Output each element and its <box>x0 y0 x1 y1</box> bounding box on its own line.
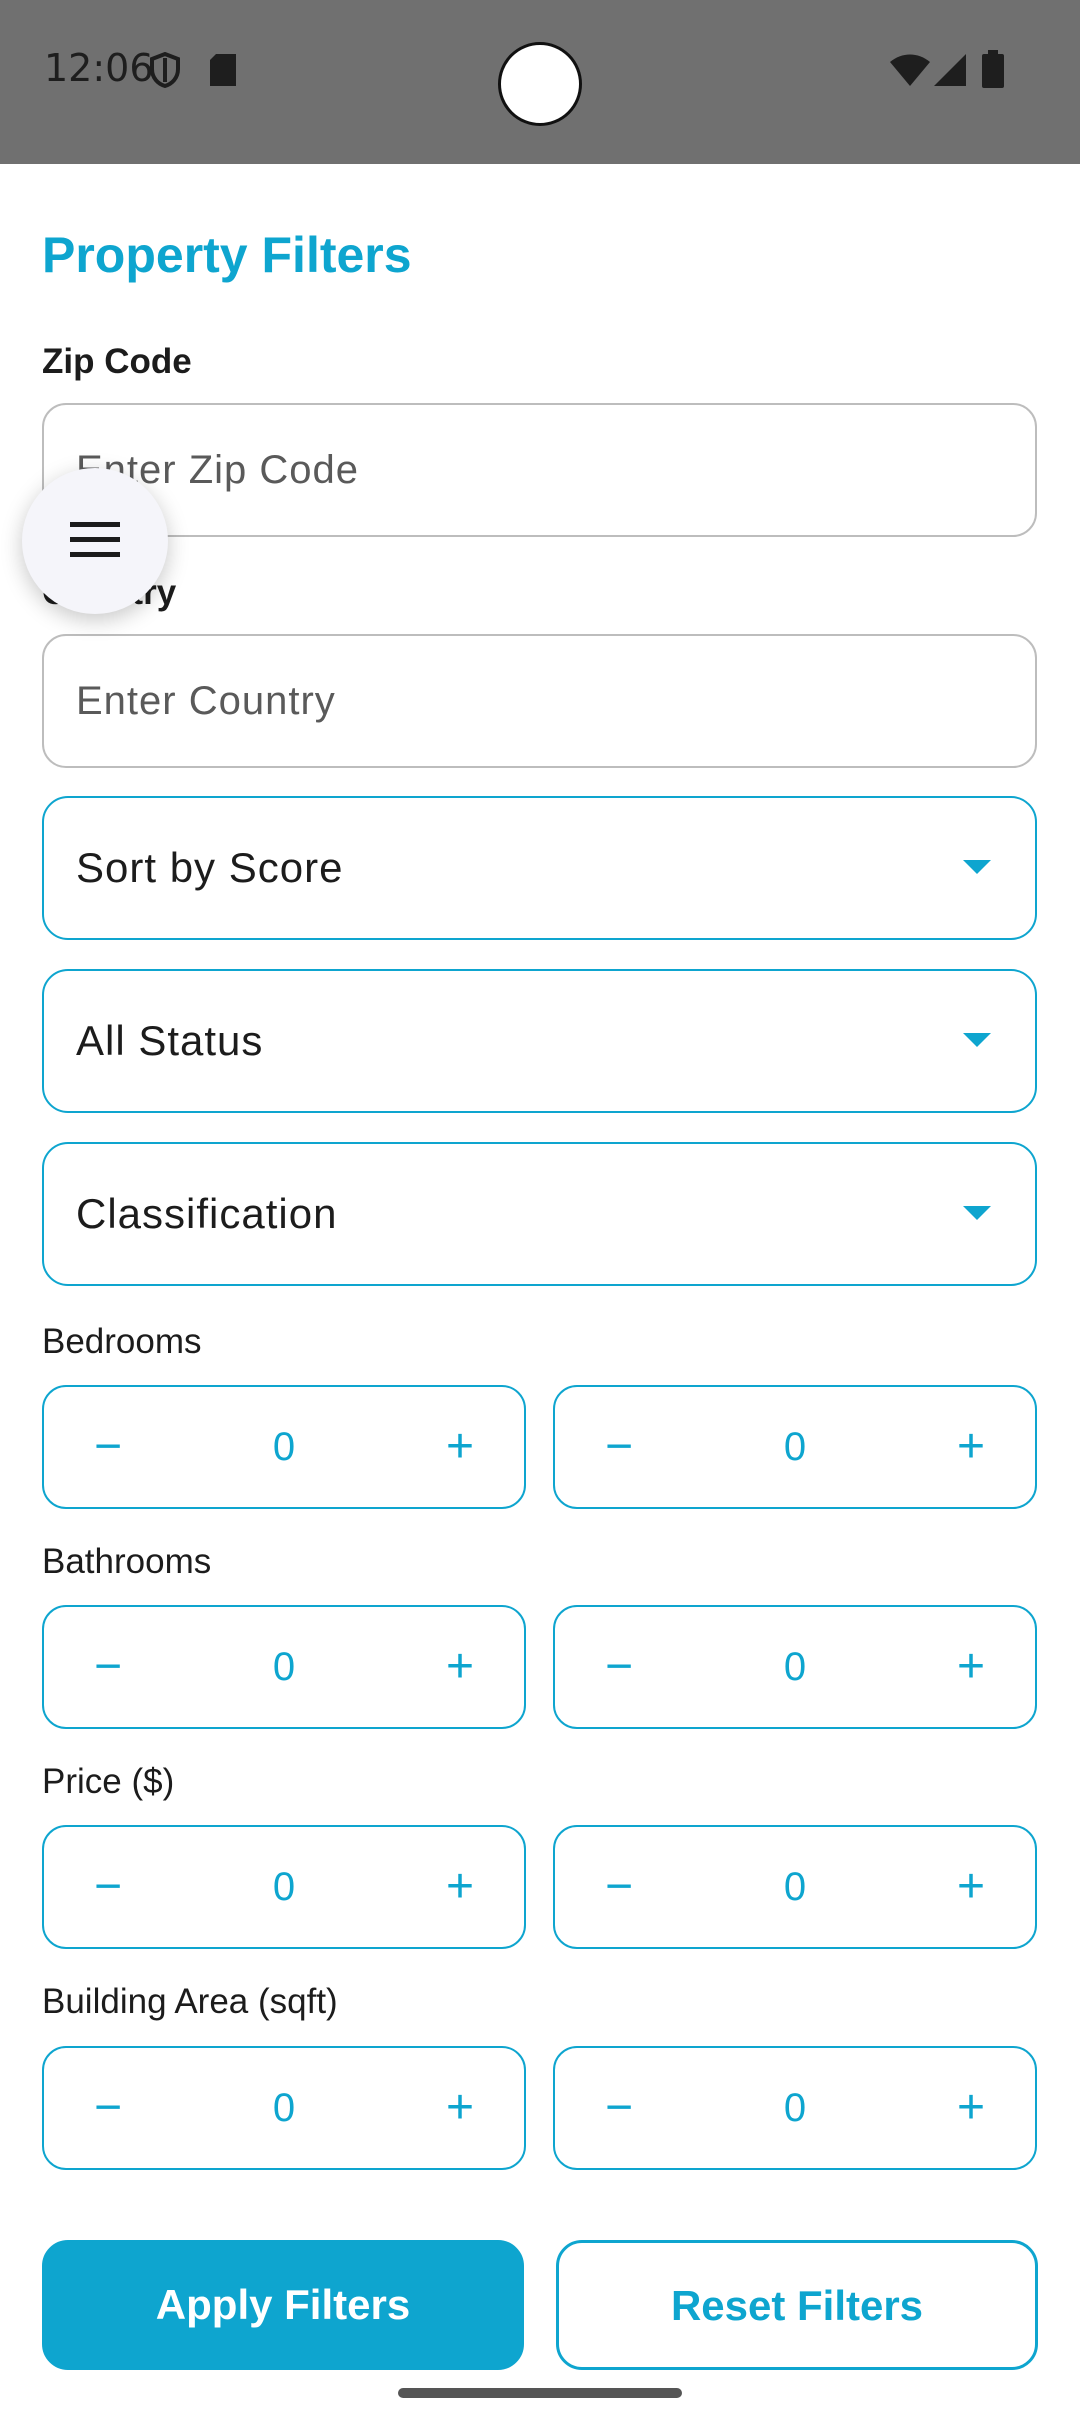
bedrooms-min-stepper: − 0 + <box>42 1385 526 1509</box>
price-min-stepper: − 0 + <box>42 1825 526 1949</box>
reset-filters-button[interactable]: Reset Filters <box>556 2240 1038 2370</box>
building-area-label: Building Area (sqft) <box>42 1982 338 2021</box>
chevron-down-icon <box>963 1033 991 1047</box>
chevron-down-icon <box>963 860 991 874</box>
increment-button[interactable]: + <box>410 1607 510 1727</box>
status-bar: 12:06 <box>0 0 1080 164</box>
classification-dropdown-value: Classification <box>76 1190 338 1237</box>
decrement-button[interactable]: − <box>569 1387 669 1507</box>
decrement-button[interactable]: − <box>569 2048 669 2168</box>
price-min-value: 0 <box>272 1865 296 1909</box>
increment-button[interactable]: + <box>921 1827 1021 1947</box>
price-max-stepper: − 0 + <box>553 1825 1037 1949</box>
bedrooms-label: Bedrooms <box>42 1322 202 1361</box>
increment-button[interactable]: + <box>410 1387 510 1507</box>
shield-icon <box>150 52 180 88</box>
decrement-button[interactable]: − <box>569 1827 669 1947</box>
decrement-button[interactable]: − <box>58 1607 158 1727</box>
classification-dropdown[interactable]: Classification <box>42 1142 1037 1286</box>
sort-dropdown[interactable]: Sort by Score <box>42 796 1037 940</box>
area-max-value: 0 <box>783 2086 807 2130</box>
decrement-button[interactable]: − <box>58 1827 158 1947</box>
menu-button[interactable] <box>22 468 168 614</box>
battery-icon <box>982 50 1004 88</box>
chevron-down-icon <box>963 1206 991 1220</box>
camera-cutout <box>498 42 582 126</box>
bedrooms-min-value: 0 <box>272 1425 296 1469</box>
bathrooms-min-stepper: − 0 + <box>42 1605 526 1729</box>
wifi-icon <box>890 54 930 86</box>
price-max-value: 0 <box>783 1865 807 1909</box>
bedrooms-max-value: 0 <box>783 1425 807 1469</box>
bathrooms-max-value: 0 <box>783 1645 807 1689</box>
hamburger-menu-icon <box>70 522 120 557</box>
status-dropdown[interactable]: All Status <box>42 969 1037 1113</box>
increment-button[interactable]: + <box>921 1607 1021 1727</box>
apply-filters-button[interactable]: Apply Filters <box>42 2240 524 2370</box>
increment-button[interactable]: + <box>410 2048 510 2168</box>
decrement-button[interactable]: − <box>569 1607 669 1727</box>
page-title: Property Filters <box>42 227 412 283</box>
area-min-stepper: − 0 + <box>42 2046 526 2170</box>
increment-button[interactable]: + <box>921 1387 1021 1507</box>
country-input[interactable]: Enter Country <box>42 634 1037 768</box>
decrement-button[interactable]: − <box>58 1387 158 1507</box>
home-indicator[interactable] <box>398 2388 682 2398</box>
zip-code-input[interactable]: Enter Zip Code <box>42 403 1037 537</box>
sort-dropdown-value: Sort by Score <box>76 844 344 891</box>
increment-button[interactable]: + <box>921 2048 1021 2168</box>
bedrooms-max-stepper: − 0 + <box>553 1385 1037 1509</box>
status-dropdown-value: All Status <box>76 1017 264 1064</box>
zip-code-label: Zip Code <box>42 342 192 381</box>
bathrooms-label: Bathrooms <box>42 1542 212 1581</box>
signal-icon <box>934 54 966 86</box>
bathrooms-min-value: 0 <box>272 1645 296 1689</box>
area-max-stepper: − 0 + <box>553 2046 1037 2170</box>
decrement-button[interactable]: − <box>58 2048 158 2168</box>
increment-button[interactable]: + <box>410 1827 510 1947</box>
area-min-value: 0 <box>272 2086 296 2130</box>
status-time: 12:06 <box>44 46 154 90</box>
price-label: Price ($) <box>42 1762 175 1801</box>
sd-card-icon <box>210 54 236 86</box>
bathrooms-max-stepper: − 0 + <box>553 1605 1037 1729</box>
